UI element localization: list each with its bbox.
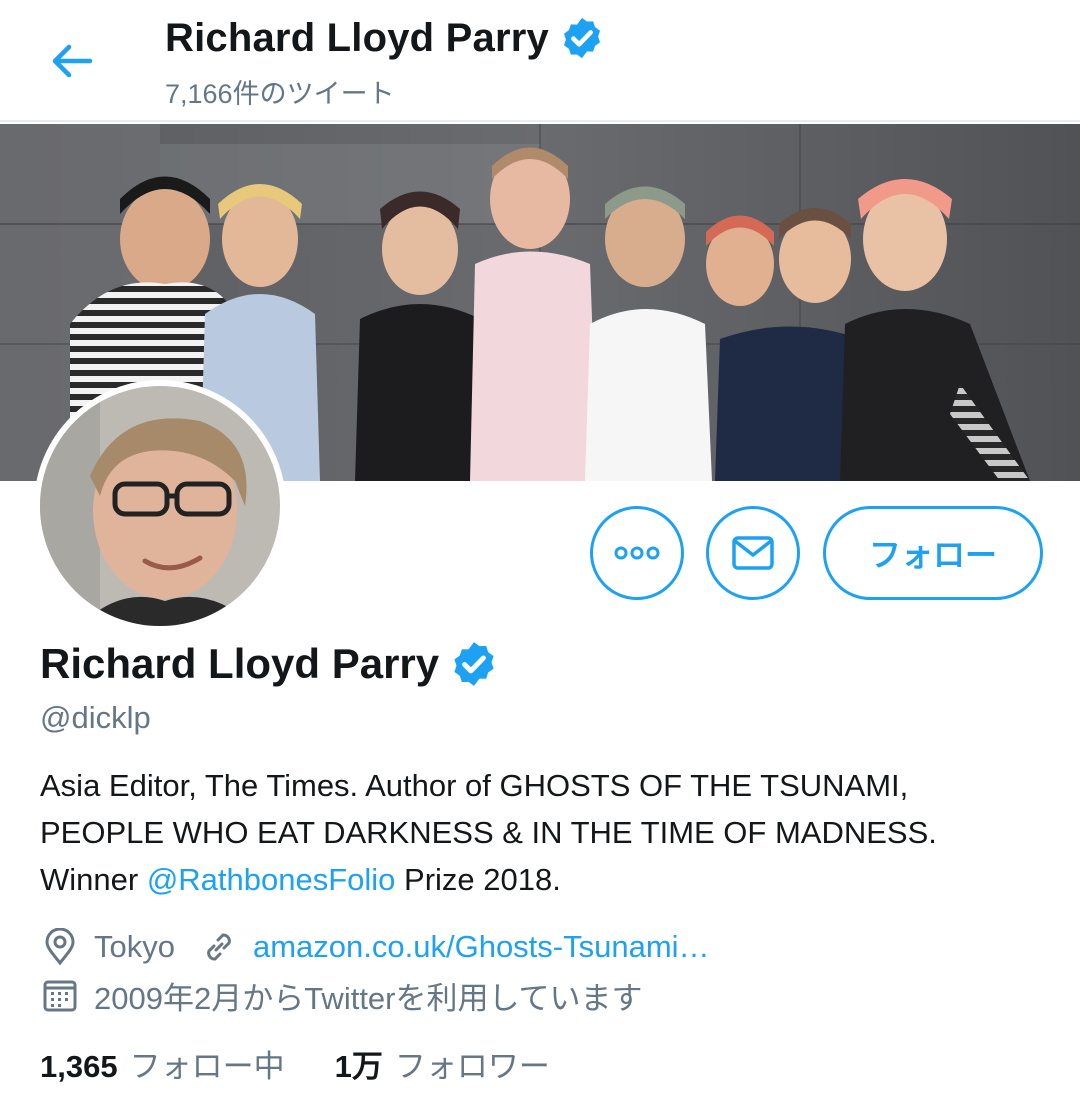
header-title: Richard Lloyd Parry bbox=[165, 14, 605, 62]
profile-handle: @dicklp bbox=[40, 700, 151, 735]
followers-count: 1万 bbox=[334, 1048, 383, 1084]
map-pin-icon bbox=[40, 927, 80, 967]
following-count: 1,365 bbox=[40, 1048, 118, 1084]
profile-meta-location-link: Tokyo amazon.co.uk/Ghosts-Tsunami… bbox=[40, 924, 710, 970]
profile-avatar[interactable] bbox=[34, 380, 286, 632]
verified-badge-icon bbox=[454, 642, 494, 686]
message-button[interactable] bbox=[706, 506, 800, 600]
profile-bio: Asia Editor, The Times. Author of GHOSTS… bbox=[40, 762, 1050, 903]
website-link[interactable]: amazon.co.uk/Ghosts-Tsunami… bbox=[253, 929, 710, 965]
bio-text-prefix: Winner bbox=[40, 862, 147, 897]
more-options-button[interactable] bbox=[590, 506, 684, 600]
profile-meta-joined: 2009年2月からTwitterを利用しています bbox=[40, 972, 643, 1018]
back-button[interactable] bbox=[36, 34, 108, 88]
bio-line-1: Asia Editor, The Times. Author of GHOSTS… bbox=[40, 768, 909, 803]
arrow-left-icon bbox=[52, 44, 93, 78]
envelope-icon bbox=[732, 536, 774, 570]
profile-display-name: Richard Lloyd Parry bbox=[40, 640, 440, 687]
following-label: フォロー中 bbox=[129, 1048, 285, 1084]
bio-line-3: Winner @RathbonesFolio Prize 2018. bbox=[40, 856, 1050, 903]
bio-line-2: PEOPLE WHO EAT DARKNESS & IN THE TIME OF… bbox=[40, 815, 937, 850]
avatar-image bbox=[40, 386, 280, 626]
profile-stats: 1,365 フォロー中 1万 フォロワー bbox=[40, 1040, 550, 1086]
following-stat[interactable]: 1,365 フォロー中 bbox=[40, 1041, 285, 1086]
header-name: Richard Lloyd Parry bbox=[165, 15, 549, 60]
top-bar: Richard Lloyd Parry 7,166件のツイート bbox=[0, 0, 1080, 122]
followers-label: フォロワー bbox=[394, 1048, 550, 1084]
calendar-icon bbox=[40, 975, 80, 1015]
joined-date-text: 2009年2月からTwitterを利用しています bbox=[94, 980, 643, 1016]
location-text: Tokyo bbox=[94, 929, 175, 964]
bio-mention-link[interactable]: @RathbonesFolio bbox=[147, 862, 396, 897]
more-dots-icon bbox=[614, 546, 660, 560]
followers-stat[interactable]: 1万 フォロワー bbox=[335, 1041, 550, 1086]
verified-badge-icon bbox=[563, 17, 600, 59]
follow-button[interactable]: フォロー bbox=[823, 506, 1043, 600]
profile-name: Richard Lloyd Parry bbox=[40, 636, 499, 692]
tweet-count: 7,166件のツイート bbox=[165, 79, 395, 109]
bio-text-suffix: Prize 2018. bbox=[395, 862, 561, 897]
link-icon bbox=[199, 927, 239, 967]
